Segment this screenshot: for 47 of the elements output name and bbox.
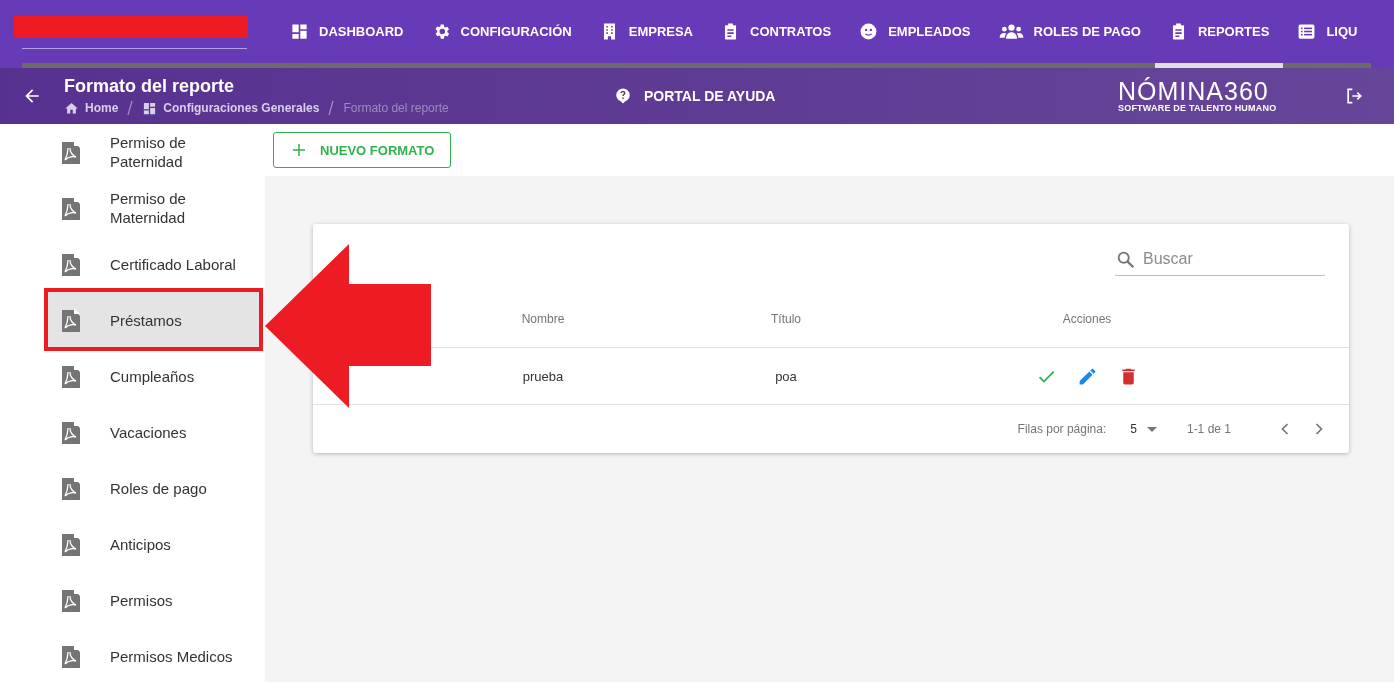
column-header: Acciones bbox=[1061, 311, 1113, 326]
sidebar-item[interactable]: Permiso de Paternidad bbox=[48, 124, 261, 180]
page-range: 1-1 de 1 bbox=[1186, 422, 1231, 436]
table-cell-text: poa bbox=[774, 368, 798, 384]
pdf-file-icon bbox=[62, 140, 80, 164]
people-icon bbox=[998, 22, 1024, 41]
brand-name: NÓMINA360 bbox=[1118, 79, 1269, 103]
search-field[interactable]: Buscar bbox=[1115, 246, 1325, 276]
pdf-file-icon bbox=[62, 532, 80, 556]
sidebar-item[interactable]: Vacaciones bbox=[48, 404, 261, 460]
caret-icon bbox=[1146, 426, 1157, 432]
breadcrumb-separator-icon bbox=[126, 100, 135, 116]
pdf-file-icon bbox=[62, 196, 80, 220]
pdf-file-icon bbox=[62, 364, 80, 388]
logout-icon[interactable] bbox=[1344, 86, 1364, 106]
home-icon bbox=[64, 100, 79, 116]
column-header: Título bbox=[770, 311, 802, 326]
column-header: Nombre bbox=[520, 311, 566, 326]
list-icon bbox=[1297, 22, 1317, 41]
pdf-file-icon bbox=[62, 476, 80, 500]
breadcrumb-link[interactable]: Home bbox=[85, 101, 119, 115]
rows-per-page-label: Filas por página: bbox=[1017, 422, 1107, 436]
brand-tagline: SOFTWARE DE TALENTO HUMANO bbox=[1118, 103, 1277, 113]
sidebar-item[interactable]: Permisos bbox=[48, 572, 261, 628]
breadcrumb-separator-icon bbox=[327, 100, 336, 116]
sidebar-item[interactable]: Roles de pago bbox=[48, 460, 261, 516]
sidebar-item[interactable]: Permisos Medicos bbox=[48, 628, 261, 682]
page-title: Formato del reporte bbox=[64, 76, 236, 97]
sidebar-item[interactable]: Certificado Laboral bbox=[48, 236, 261, 292]
help-icon bbox=[614, 87, 632, 105]
dashboard-icon bbox=[290, 22, 309, 41]
plus-icon bbox=[290, 141, 308, 159]
sidebar-item[interactable]: Permiso de Maternidad bbox=[48, 180, 261, 236]
breadcrumb-link[interactable]: Configuraciones Generales bbox=[163, 101, 320, 115]
pdf-file-icon bbox=[62, 644, 80, 668]
pdf-file-icon bbox=[62, 420, 80, 444]
search-icon bbox=[1115, 249, 1137, 271]
help-portal-link[interactable]: PORTAL DE AYUDA bbox=[644, 88, 776, 104]
face-icon bbox=[859, 22, 879, 41]
dashboard-icon bbox=[142, 100, 158, 116]
pdf-file-icon bbox=[62, 252, 80, 276]
table-cell-text: prueba bbox=[521, 368, 565, 384]
sidebar-item[interactable]: Cumpleaños bbox=[48, 348, 261, 404]
pdf-file-icon bbox=[62, 308, 80, 332]
pdf-file-icon bbox=[62, 588, 80, 612]
rows-per-page-select[interactable]: 5 bbox=[1130, 422, 1157, 436]
sidebar-item[interactable]: Anticipos bbox=[48, 516, 261, 572]
